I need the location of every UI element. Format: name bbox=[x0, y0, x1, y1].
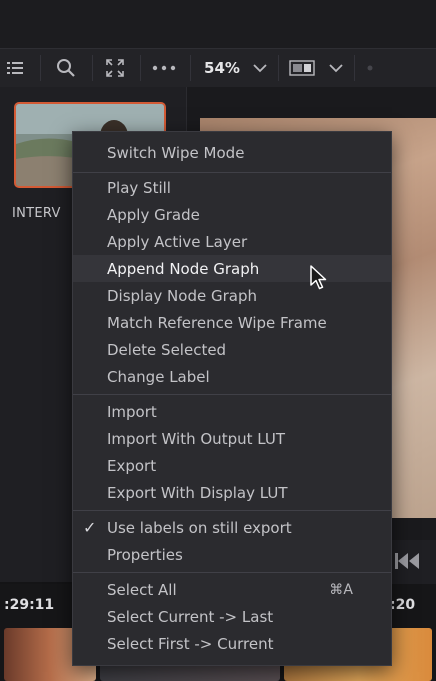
menu-item-import-with-output-lut[interactable]: Import With Output LUT bbox=[73, 425, 391, 452]
menu-item-use-labels-on-still-export[interactable]: ✓ Use labels on still export bbox=[73, 514, 391, 541]
more-options-icon[interactable] bbox=[146, 49, 182, 87]
menu-item-change-label[interactable]: Change Label bbox=[73, 363, 391, 390]
menu-item-label: Delete Selected bbox=[107, 340, 227, 359]
menu-item-label: Match Reference Wipe Frame bbox=[107, 313, 327, 332]
menu-item-select-first-to-current[interactable]: Select First -> Current bbox=[73, 630, 391, 657]
menu-item-label: Display Node Graph bbox=[107, 286, 257, 305]
toolbar-divider bbox=[92, 55, 93, 81]
menu-item-match-reference-wipe-frame[interactable]: Match Reference Wipe Frame bbox=[73, 309, 391, 336]
context-menu: Switch Wipe Mode Play Still Apply Grade … bbox=[72, 131, 392, 666]
toolbar-divider bbox=[140, 55, 141, 81]
zoom-dropdown-chevron-icon[interactable] bbox=[248, 49, 272, 87]
menu-item-select-all[interactable]: Select All ⌘A bbox=[73, 576, 391, 603]
menu-item-label: Select First -> Current bbox=[107, 634, 274, 653]
menu-item-label: Use labels on still export bbox=[107, 518, 292, 537]
still-label: INTERV bbox=[12, 206, 61, 221]
mouse-pointer-icon bbox=[310, 265, 328, 295]
menu-item-label: Properties bbox=[107, 545, 183, 564]
menu-item-import[interactable]: Import bbox=[73, 398, 391, 425]
toolbar-divider bbox=[40, 55, 41, 81]
toolbar-divider bbox=[354, 55, 355, 81]
menu-item-label: Select Current -> Last bbox=[107, 607, 274, 626]
menu-item-export[interactable]: Export bbox=[73, 452, 391, 479]
menu-item-label: Import bbox=[107, 402, 157, 421]
menu-item-shortcut: ⌘A bbox=[329, 581, 353, 598]
checkmark-icon: ✓ bbox=[83, 518, 97, 537]
menu-item-display-node-graph[interactable]: Display Node Graph bbox=[73, 282, 391, 309]
split-screen-icon[interactable] bbox=[284, 49, 320, 87]
top-strip bbox=[0, 0, 436, 48]
menu-item-switch-wipe-mode[interactable]: Switch Wipe Mode bbox=[73, 139, 391, 166]
skip-to-start-icon[interactable] bbox=[395, 552, 419, 574]
menu-item-delete-selected[interactable]: Delete Selected bbox=[73, 336, 391, 363]
fit-screen-icon[interactable] bbox=[98, 49, 132, 87]
menu-divider bbox=[73, 394, 391, 395]
menu-item-properties[interactable]: Properties bbox=[73, 541, 391, 568]
viewer-toolbar: 54% bbox=[0, 48, 436, 88]
menu-item-label: Append Node Graph bbox=[107, 259, 260, 278]
menu-item-label: Apply Grade bbox=[107, 205, 200, 224]
list-view-icon[interactable] bbox=[0, 49, 30, 87]
menu-item-label: Change Label bbox=[107, 367, 210, 386]
menu-item-play-still[interactable]: Play Still bbox=[73, 174, 391, 201]
toolbar-divider bbox=[278, 55, 279, 81]
menu-item-label: Switch Wipe Mode bbox=[107, 143, 245, 162]
menu-divider bbox=[73, 572, 391, 573]
zoom-level[interactable]: 54% bbox=[198, 49, 246, 87]
menu-item-label: Export With Display LUT bbox=[107, 483, 288, 502]
menu-item-label: Play Still bbox=[107, 178, 171, 197]
menu-item-export-with-display-lut[interactable]: Export With Display LUT bbox=[73, 479, 391, 506]
menu-divider bbox=[73, 510, 391, 511]
menu-divider bbox=[73, 172, 391, 173]
menu-item-label: Select All bbox=[107, 580, 177, 599]
menu-item-label: Apply Active Layer bbox=[107, 232, 248, 251]
clip-timecode-right: :20 bbox=[390, 597, 416, 613]
split-dropdown-chevron-icon[interactable] bbox=[324, 49, 348, 87]
menu-item-select-current-to-last[interactable]: Select Current -> Last bbox=[73, 603, 391, 630]
resolve-gallery-window: 54% INTERV :29:11:20 Switch Wipe Mode P… bbox=[0, 0, 436, 681]
menu-item-label: Import With Output LUT bbox=[107, 429, 286, 448]
menu-item-apply-grade[interactable]: Apply Grade bbox=[73, 201, 391, 228]
search-icon[interactable] bbox=[48, 49, 84, 87]
menu-item-label: Export bbox=[107, 456, 157, 475]
clip-timecode-left: :29:11 bbox=[4, 597, 55, 613]
menu-item-append-node-graph[interactable]: Append Node Graph bbox=[73, 255, 391, 282]
menu-item-apply-active-layer[interactable]: Apply Active Layer bbox=[73, 228, 391, 255]
status-dot-icon bbox=[360, 49, 380, 87]
toolbar-divider bbox=[190, 55, 191, 81]
